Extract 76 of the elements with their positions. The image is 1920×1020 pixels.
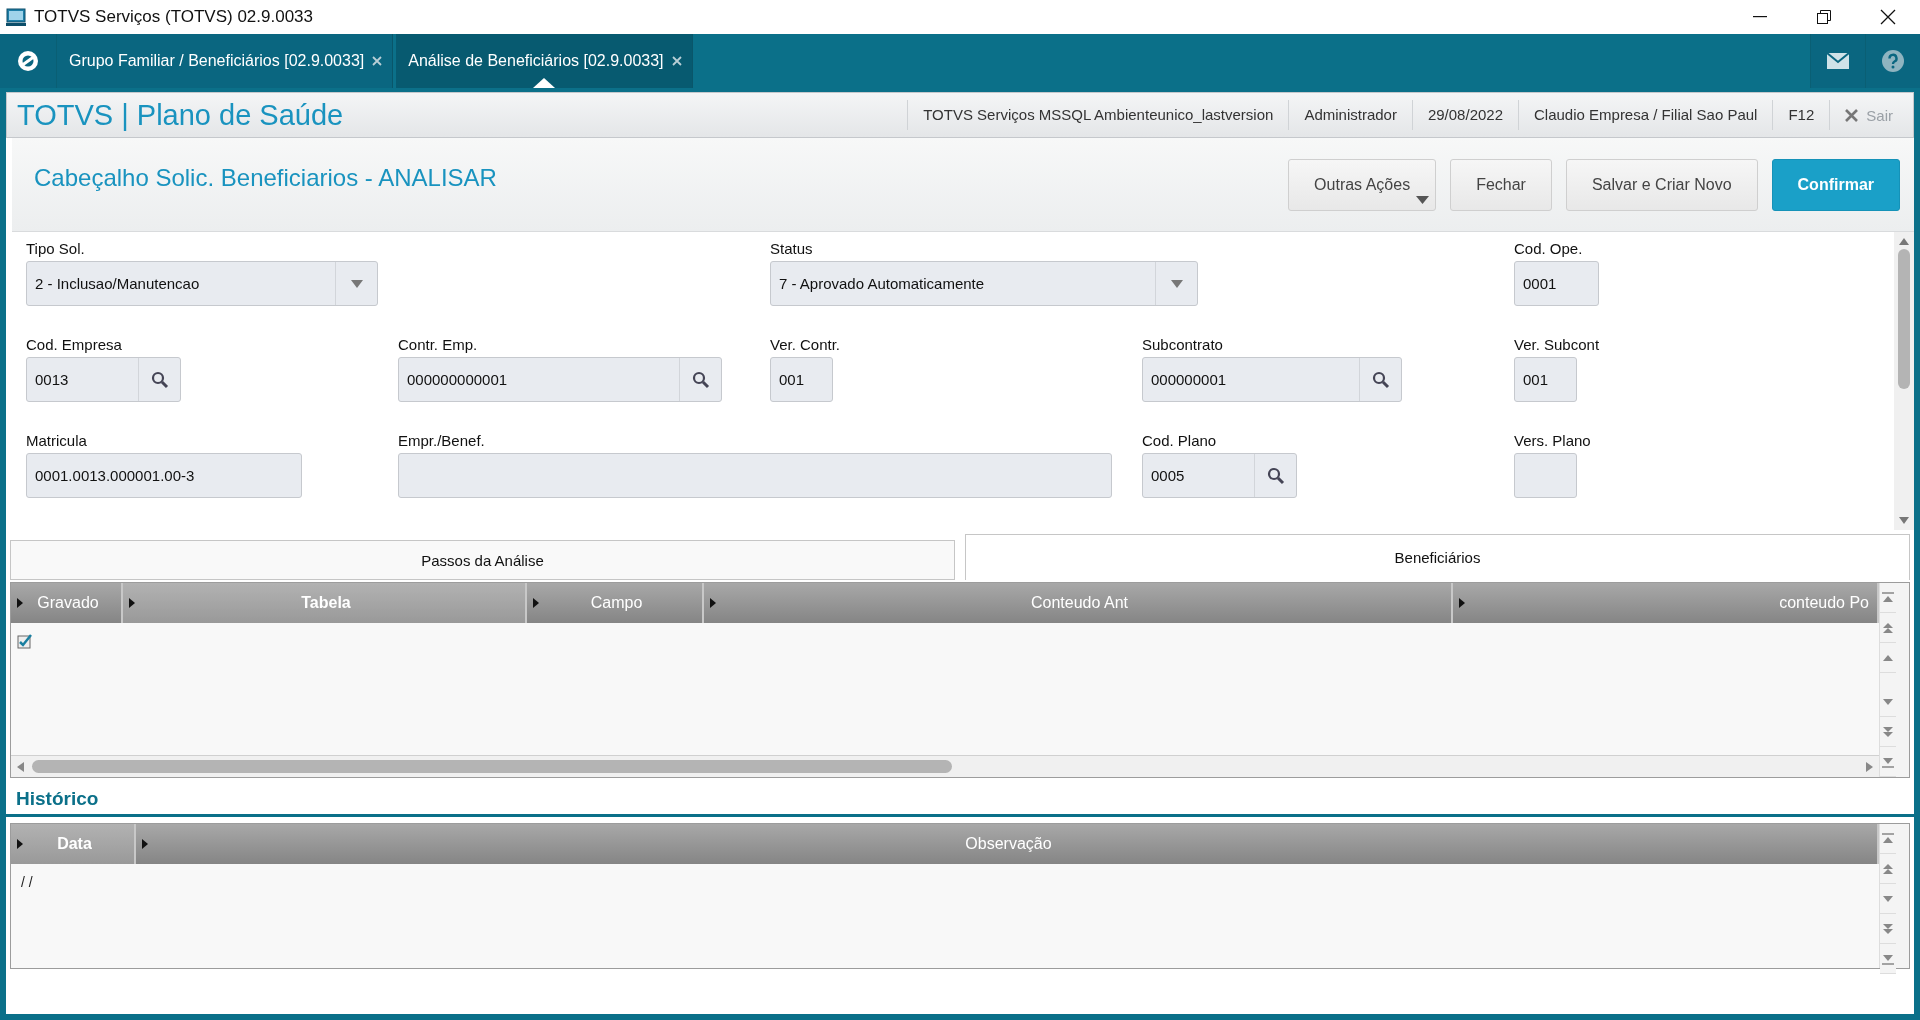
field-label: Contr. Emp.	[398, 336, 479, 353]
column-arrow-icon	[1459, 598, 1465, 608]
close-icon	[1880, 9, 1896, 25]
field-label: Matricula	[26, 432, 88, 449]
column-arrow-icon	[17, 598, 23, 608]
minimize-icon	[1753, 16, 1767, 18]
home-button[interactable]	[0, 34, 57, 88]
field-label: Tipo Sol.	[26, 240, 86, 257]
field-label: Ver. Subcont	[1514, 336, 1601, 353]
field-label: Subcontrato	[1142, 336, 1224, 353]
search-icon	[149, 369, 170, 390]
table-cell-text: / /	[20, 874, 34, 890]
close-tab-icon[interactable]	[671, 56, 682, 66]
app-title: TOTVS | Plano de Saúde	[16, 98, 344, 132]
section-tab[interactable]: Passos da Análise	[10, 540, 955, 580]
active-tab-caret-icon	[532, 78, 555, 88]
input-field[interactable]: 001	[770, 357, 833, 402]
scroll-right-icon	[1866, 761, 1873, 772]
close-icon	[1845, 108, 1859, 122]
field-label: Cod. Ope.	[1514, 240, 1584, 257]
restore-icon	[1817, 10, 1831, 24]
column-arrow-icon	[142, 839, 148, 849]
field-label: Ver. Contr.	[770, 336, 842, 353]
column-arrow-icon	[710, 598, 716, 608]
scroll-up-icon	[1899, 238, 1909, 245]
dropdown-field[interactable]: 7 - Aprovado Automaticamente	[770, 261, 1198, 306]
field-label: Cod. Plano	[1142, 432, 1218, 449]
help-button[interactable]	[1865, 34, 1920, 88]
checked-box-icon	[17, 633, 33, 649]
window-title: TOTVS Serviços (TOTVS) 02.9.0033	[34, 7, 314, 27]
lookup-field[interactable]: 0013	[26, 357, 181, 402]
horizontal-scrollbar[interactable]	[11, 755, 1879, 777]
header-info: TOTVS Serviços MSSQL Ambienteunico_lastversion	[907, 100, 1289, 130]
messages-button[interactable]	[1810, 34, 1865, 88]
envelope-icon	[1827, 53, 1849, 69]
page-title: Cabeçalho Solic. Beneficiarios - ANALISAR	[34, 163, 497, 192]
dropdown-arrow-icon	[350, 279, 363, 288]
app-icon	[6, 8, 26, 26]
field-label: Cod. Empresa	[26, 336, 123, 353]
action-button[interactable]: Salvar e Criar Novo	[1565, 158, 1758, 211]
field-label: Vers. Plano	[1514, 432, 1592, 449]
scroll-down-icon	[1899, 517, 1909, 524]
action-button[interactable]: Fechar	[1450, 158, 1552, 211]
column-arrow-icon	[533, 598, 539, 608]
module-tab[interactable]: Análise de Beneficiários [02.9.0033]	[396, 34, 693, 88]
search-icon	[690, 369, 711, 390]
header-info: Administrador	[1288, 100, 1412, 130]
scroll-left-icon	[17, 761, 24, 772]
column-arrow-icon	[17, 839, 23, 849]
header-info: Claudio Empresa / Filial Sao Paul	[1518, 100, 1773, 130]
dropdown-arrow-icon	[1170, 279, 1183, 288]
dropdown-arrow-icon	[1416, 195, 1430, 204]
search-icon	[1370, 369, 1391, 390]
lookup-field[interactable]: 0005	[1142, 453, 1297, 498]
input-field[interactable]: 001	[1514, 357, 1577, 402]
input-field[interactable]: 0001.0013.000001.00-3	[26, 453, 302, 498]
section-title: Histórico	[15, 787, 100, 811]
action-button[interactable]: Outras Ações	[1288, 158, 1437, 211]
dropdown-field[interactable]: 2 - Inclusao/Manutencao	[26, 261, 378, 306]
input-field[interactable]	[1514, 453, 1577, 498]
field-label: Empr./Benef.	[398, 432, 486, 449]
logo-icon	[16, 49, 40, 73]
field-label: Status	[770, 240, 814, 257]
close-tab-icon[interactable]	[372, 56, 383, 66]
header-info: 29/08/2022	[1411, 100, 1518, 130]
section-tab[interactable]: Beneficiários	[965, 534, 1910, 580]
search-icon	[1265, 465, 1286, 486]
header-info: F12	[1772, 100, 1830, 130]
module-tab[interactable]: Grupo Familiar / Beneficiários [02.9.0033]	[57, 34, 394, 88]
input-field[interactable]: 0001	[1514, 261, 1599, 306]
vertical-scrollbar[interactable]	[1894, 232, 1914, 530]
column-arrow-icon	[129, 598, 135, 608]
lookup-field[interactable]: 000000001	[1142, 357, 1402, 402]
lookup-field[interactable]: 000000000001	[398, 357, 722, 402]
input-field[interactable]	[398, 453, 1112, 498]
help-icon	[1882, 50, 1904, 72]
